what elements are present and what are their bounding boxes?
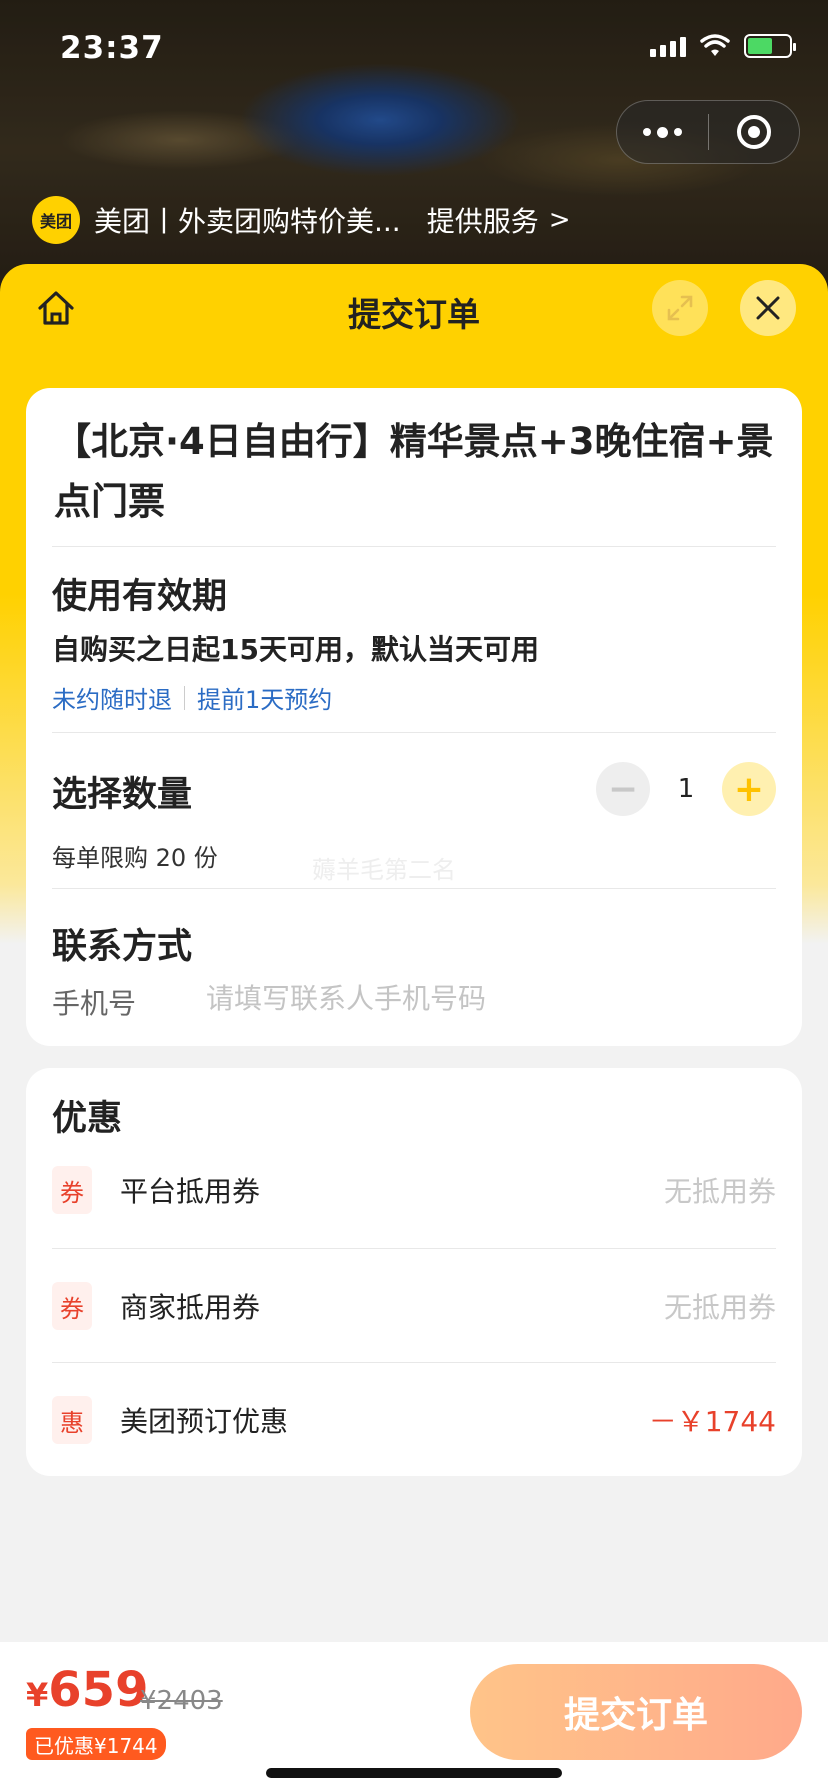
discount-label: 美团预订优惠 — [120, 1405, 289, 1438]
sheet-header: 提交订单 — [0, 264, 828, 354]
increase-button[interactable]: + — [722, 762, 776, 816]
discount-card: 优惠 券 平台抵用券 无抵用券 券 商家抵用券 无抵用券 惠 美团预订优惠 －￥… — [26, 1068, 802, 1476]
chevron-right-icon: > — [548, 205, 571, 235]
more-dots-icon — [642, 126, 682, 138]
coupon-badge: 券 — [52, 1282, 92, 1330]
provider-service-label: 提供服务 — [426, 205, 539, 238]
discount-title: 优惠 — [52, 1099, 123, 1139]
service-provider-row[interactable]: 美团 美团丨外卖团购特价美... 提供服务 > — [32, 196, 571, 244]
miniprogram-capsule — [616, 100, 800, 164]
merchant-coupon-row[interactable]: 券 商家抵用券 无抵用券 — [52, 1276, 776, 1336]
divider — [52, 1362, 776, 1363]
divider — [52, 732, 776, 733]
booking-discount-row: 惠 美团预订优惠 －￥1744 — [52, 1390, 776, 1450]
purchase-limit: 每单限购 20 份 — [52, 844, 218, 872]
phone-label: 手机号 — [52, 987, 137, 1020]
discount-value: 无抵用券 — [663, 1175, 776, 1208]
validity-title: 使用有效期 — [52, 577, 228, 617]
quantity-stepper: − 1 + — [596, 762, 776, 816]
expand-icon — [667, 295, 693, 321]
coupon-badge: 券 — [52, 1166, 92, 1214]
signal-icon — [650, 35, 686, 57]
provider-name: 美团丨外卖团购特价美... — [94, 205, 401, 238]
wifi-icon — [700, 34, 730, 56]
meituan-logo: 美团 — [32, 196, 80, 244]
status-time: 23:37 — [60, 30, 164, 66]
phone-input[interactable] — [206, 978, 726, 1018]
quantity-value[interactable]: 1 — [650, 774, 722, 804]
saved-badge: 已优惠¥1744 — [26, 1728, 166, 1760]
product-title: 【北京·4日自由行】精华景点+3晚住宿+景点门票 — [54, 420, 774, 523]
tag-refund: 未约随时退 — [52, 686, 172, 714]
current-price: ¥659 — [26, 1662, 148, 1718]
discount-badge: 惠 — [52, 1396, 92, 1444]
divider — [52, 1248, 776, 1249]
discount-value: －￥1744 — [648, 1405, 776, 1438]
discount-value: 无抵用券 — [663, 1291, 776, 1324]
divider — [52, 546, 776, 547]
target-icon — [736, 115, 771, 149]
expand-button[interactable] — [652, 280, 708, 336]
battery-icon — [744, 34, 796, 58]
quantity-title: 选择数量 — [52, 775, 193, 815]
contact-title: 联系方式 — [52, 927, 193, 967]
original-price: ¥2403 — [140, 1686, 223, 1716]
home-indicator — [266, 1768, 562, 1778]
close-icon — [756, 296, 780, 320]
watermark-text: 薅羊毛第二名 — [312, 856, 456, 884]
currency-symbol: ¥ — [26, 1676, 49, 1714]
validity-tags: 未约随时退 提前1天预约 — [52, 680, 332, 715]
divider — [52, 888, 776, 889]
status-bar: 23:37 — [0, 0, 828, 100]
close-button[interactable] — [740, 280, 796, 336]
order-info-card: 【北京·4日自由行】精华景点+3晚住宿+景点门票 使用有效期 自购买之日起15天… — [26, 388, 802, 1046]
status-icons — [650, 34, 796, 58]
tag-reserve: 提前1天预约 — [197, 686, 333, 714]
decrease-button[interactable]: − — [596, 762, 650, 816]
discount-label: 商家抵用券 — [120, 1291, 261, 1324]
platform-coupon-row[interactable]: 券 平台抵用券 无抵用券 — [52, 1160, 776, 1220]
price-amount: 659 — [48, 1662, 149, 1718]
validity-text: 自购买之日起15天可用，默认当天可用 — [52, 633, 539, 666]
discount-label: 平台抵用券 — [120, 1175, 261, 1208]
more-button[interactable] — [617, 101, 708, 163]
bottom-bar: ¥659 ¥2403 已优惠¥1744 提交订单 — [0, 1642, 828, 1792]
exit-miniprogram-button[interactable] — [709, 101, 800, 163]
submit-order-button[interactable]: 提交订单 — [470, 1664, 802, 1760]
